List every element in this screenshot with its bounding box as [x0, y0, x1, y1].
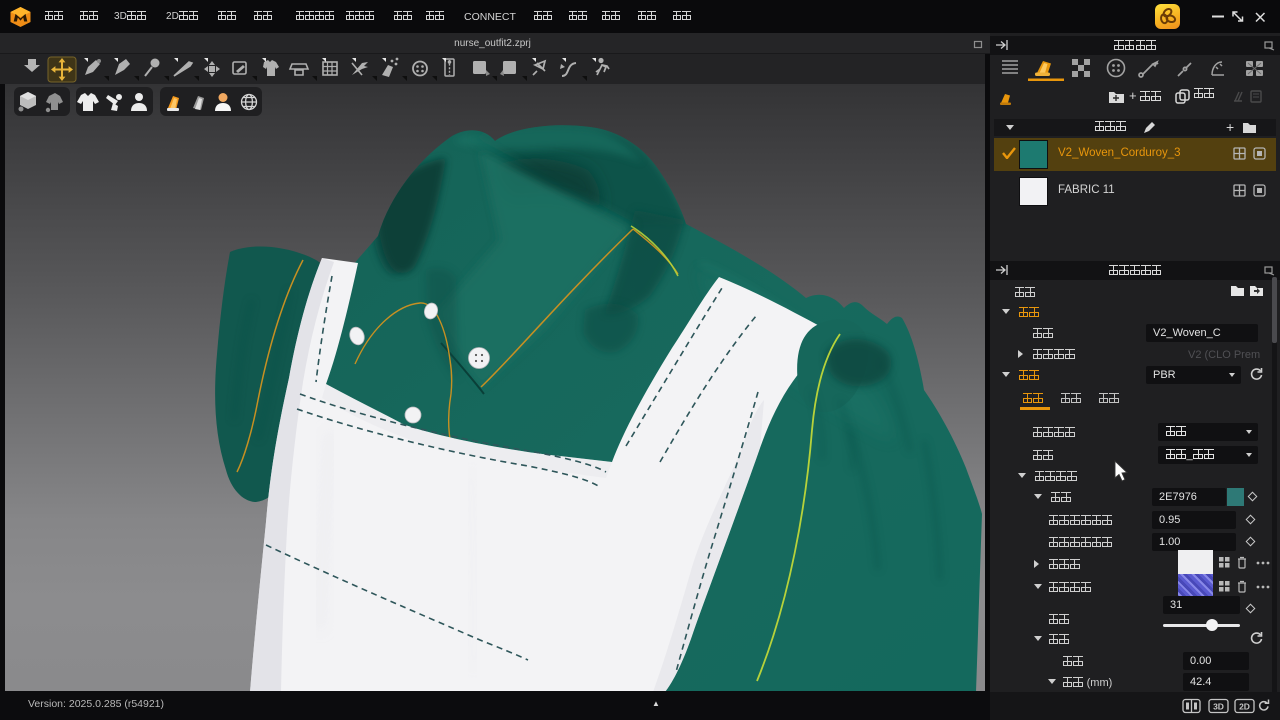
svg-text:2D: 2D — [1239, 702, 1250, 712]
svg-text:3D: 3D — [1213, 702, 1224, 712]
